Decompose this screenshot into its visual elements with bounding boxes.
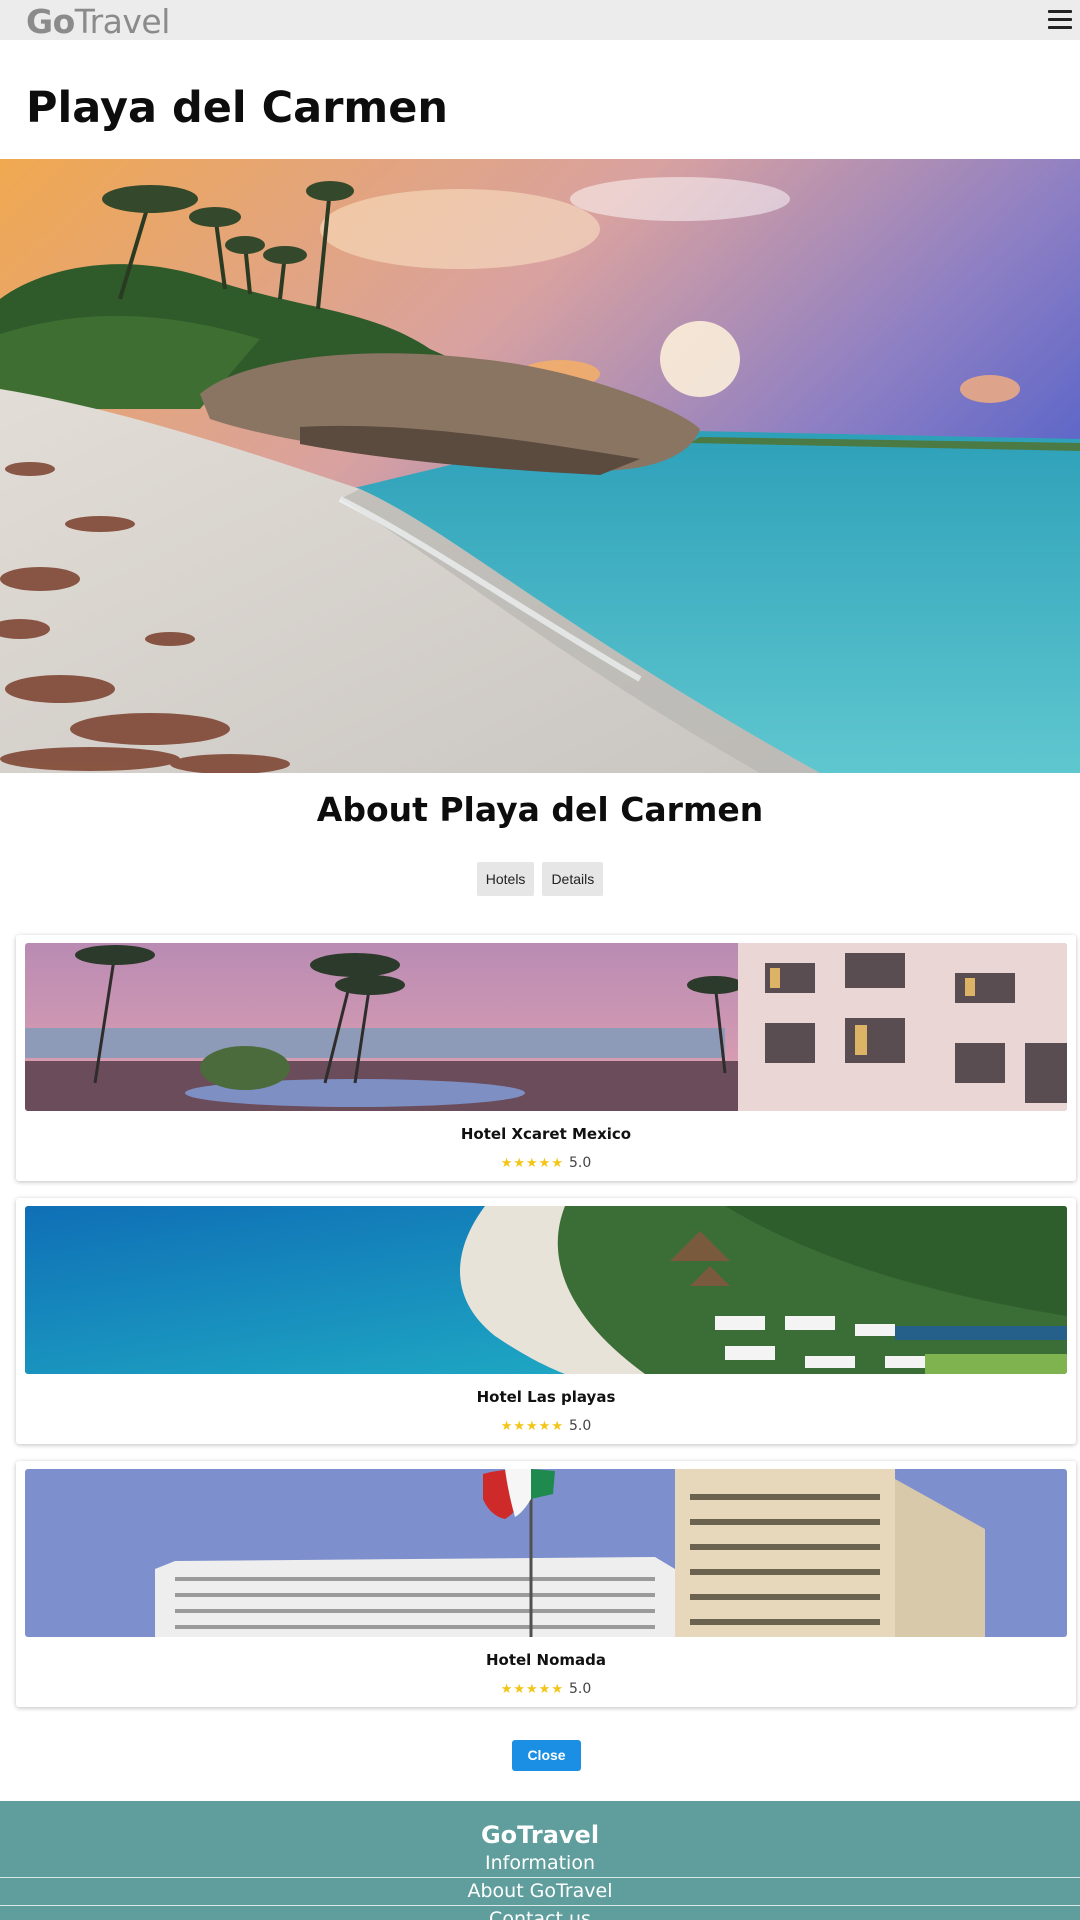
hotel-name[interactable]: Hotel Xcaret Mexico [16, 1124, 1076, 1144]
hotel-name[interactable]: Hotel Las playas [16, 1387, 1076, 1407]
footer: GoTravel Information About GoTravel Cont… [0, 1801, 1080, 1920]
footer-link-information[interactable]: Information [0, 1850, 1080, 1876]
hotel-image[interactable] [25, 1469, 1067, 1637]
hamburger-menu-icon[interactable] [1048, 10, 1072, 30]
hotel-image[interactable] [25, 943, 1067, 1111]
rating-value: 5.0 [569, 1155, 592, 1171]
about-title: About Playa del Carmen [316, 790, 764, 829]
hero-beach-photo [0, 159, 1080, 773]
tab-hotels[interactable]: Hotels [476, 862, 535, 896]
hotel-card[interactable]: Hotel Nomada ★★★★★ 5.0 [16, 1461, 1076, 1707]
top-navbar: GoTravel [0, 0, 1080, 42]
star-rating-icon: ★★★★★ [500, 1156, 564, 1171]
brand-logo-bold: Go [26, 2, 75, 41]
hotel-rating: ★★★★★ 5.0 [16, 1416, 1076, 1437]
brand-logo[interactable]: GoTravel [26, 2, 170, 42]
rating-value: 5.0 [569, 1681, 592, 1697]
hotel-card[interactable]: Hotel Las playas ★★★★★ 5.0 [16, 1198, 1076, 1444]
footer-brand: GoTravel [480, 1821, 600, 1849]
rating-value: 5.0 [569, 1418, 592, 1434]
hotel-rating: ★★★★★ 5.0 [16, 1153, 1076, 1174]
brand-logo-light: Travel [74, 2, 171, 41]
hotel-image[interactable] [25, 1206, 1067, 1374]
hotel-name[interactable]: Hotel Nomada [16, 1650, 1076, 1670]
close-button[interactable]: Close [512, 1740, 581, 1771]
tab-details[interactable]: Details [542, 862, 604, 896]
star-rating-icon: ★★★★★ [500, 1419, 564, 1434]
star-rating-icon: ★★★★★ [500, 1682, 564, 1697]
footer-link-contact[interactable]: Contact us [0, 1906, 1080, 1920]
section-tabs: Hotels Details [0, 862, 1080, 896]
hotel-rating: ★★★★★ 5.0 [16, 1679, 1076, 1700]
page-title: Playa del Carmen [26, 83, 448, 133]
footer-link-about[interactable]: About GoTravel [0, 1878, 1080, 1904]
hotel-card[interactable]: Hotel Xcaret Mexico ★★★★★ 5.0 [16, 935, 1076, 1181]
